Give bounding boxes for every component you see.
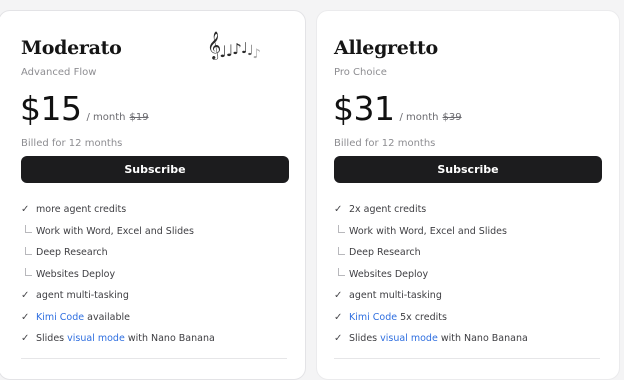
check-icon: ✓: [21, 204, 30, 216]
feature-subitem: Work with Word, Excel and Slides: [334, 221, 604, 243]
feature-subitem: Websites Deploy: [334, 264, 604, 286]
feature-item: ✓ Kimi Code 5x credits: [334, 307, 604, 329]
branch-icon: [338, 246, 345, 255]
feature-subitem: Deep Research: [21, 242, 291, 264]
plan-title: Moderato: [21, 37, 122, 59]
feature-item: ✓ more agent credits: [21, 199, 291, 221]
billing-note: Billed for 12 months: [334, 138, 436, 149]
feature-text: Deep Research: [36, 247, 108, 259]
feature-item: ✓ Kimi Code available: [21, 307, 291, 329]
price-value: $15: [20, 89, 82, 128]
check-icon: ✓: [334, 204, 343, 216]
feature-text: Work with Word, Excel and Slides: [349, 225, 507, 237]
feature-text: Slides: [36, 333, 68, 345]
feature-text: Websites Deploy: [36, 268, 116, 280]
branch-icon: [338, 268, 345, 277]
feature-text: more agent credits: [36, 204, 127, 216]
feature-text: Deep Research: [349, 247, 421, 259]
subscribe-button[interactable]: Subscribe: [334, 156, 602, 183]
feature-item: ✓ agent multi-tasking: [21, 285, 291, 307]
feature-text: agent multi-tasking: [36, 290, 129, 302]
branch-icon: [25, 268, 32, 277]
plan-card-moderato: Moderato 𝄞♩♩♪♩♩♪ Advanced Flow $15 / mon…: [0, 10, 306, 380]
branch-icon: [338, 225, 345, 234]
feature-item: ✓ 2x agent credits: [334, 199, 604, 221]
feature-text: available: [84, 311, 131, 323]
feature-item: ✓ Slides visual mode with Nano Banana: [334, 328, 604, 350]
feature-text: Slides: [349, 333, 381, 345]
price-period: / month: [399, 112, 439, 123]
feature-text: with Nano Banana: [124, 333, 215, 345]
feature-subitem: Work with Word, Excel and Slides: [21, 221, 291, 243]
feature-text: 2x agent credits: [349, 204, 427, 216]
subscribe-button[interactable]: Subscribe: [21, 156, 289, 183]
branch-icon: [25, 225, 32, 234]
billing-note: Billed for 12 months: [21, 138, 123, 149]
feature-subitem: Websites Deploy: [21, 264, 291, 286]
plan-subtitle: Advanced Flow: [21, 67, 97, 78]
check-icon: ✓: [21, 311, 30, 323]
check-icon: ✓: [21, 290, 30, 302]
visual-mode-link[interactable]: visual mode: [380, 333, 438, 344]
feature-text: Work with Word, Excel and Slides: [36, 225, 194, 237]
check-icon: ✓: [334, 333, 343, 345]
price-row: $31 / month $39: [333, 89, 462, 128]
check-icon: ✓: [21, 333, 30, 345]
feature-list: ✓ 2x agent credits Work with Word, Excel…: [334, 199, 604, 350]
plan-card-allegretto: Allegretto Pro Choice $31 / month $39 Bi…: [316, 10, 620, 380]
branch-icon: [25, 246, 32, 255]
feature-subitem: Deep Research: [334, 242, 604, 264]
feature-text: 5x credits: [397, 311, 447, 323]
visual-mode-link[interactable]: visual mode: [67, 333, 125, 344]
feature-text: agent multi-tasking: [349, 290, 442, 302]
kimi-code-link[interactable]: Kimi Code: [36, 312, 84, 323]
price-row: $15 / month $19: [20, 89, 149, 128]
check-icon: ✓: [334, 290, 343, 302]
price-value: $31: [333, 89, 395, 128]
music-notes-icon: 𝄞♩♩♪♩♩♪: [207, 31, 261, 62]
plan-subtitle: Pro Choice: [334, 67, 387, 78]
divider: [334, 358, 600, 359]
feature-item: ✓ agent multi-tasking: [334, 285, 604, 307]
price-period: / month: [86, 112, 126, 123]
divider: [21, 358, 287, 359]
old-price: $19: [129, 112, 149, 123]
feature-list: ✓ more agent credits Work with Word, Exc…: [21, 199, 291, 350]
feature-item: ✓ Slides visual mode with Nano Banana: [21, 328, 291, 350]
check-icon: ✓: [334, 311, 343, 323]
feature-text: Websites Deploy: [349, 268, 429, 280]
kimi-code-link[interactable]: Kimi Code: [349, 312, 397, 323]
plan-title: Allegretto: [334, 37, 438, 59]
old-price: $39: [442, 112, 462, 123]
feature-text: with Nano Banana: [437, 333, 528, 345]
